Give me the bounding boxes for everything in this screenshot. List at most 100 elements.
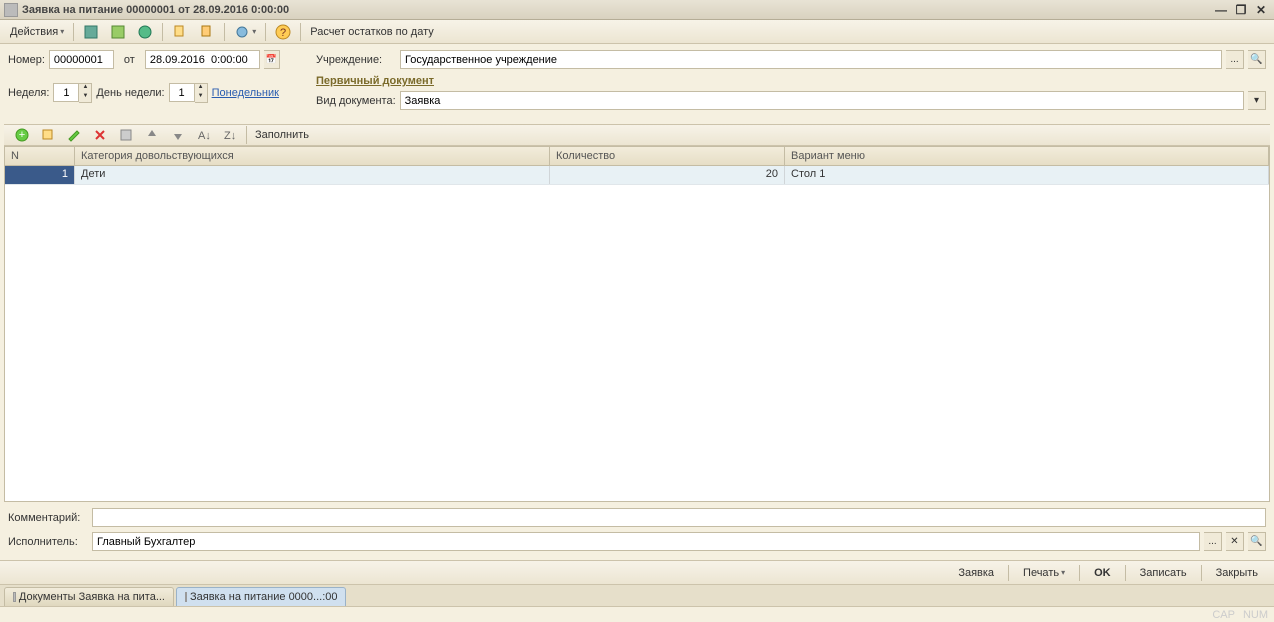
date-input[interactable] <box>145 50 260 69</box>
from-label: от <box>124 54 135 66</box>
tab-bar: Документы Заявка на пита... Заявка на пи… <box>0 584 1274 606</box>
executor-label: Исполнитель: <box>8 536 88 548</box>
executor-clear-button[interactable]: ✕ <box>1226 532 1244 551</box>
sort-asc-icon: A↓ <box>196 127 212 143</box>
help-icon: ? <box>275 24 291 40</box>
link-icon <box>234 24 250 40</box>
table-toolbar: + A↓ Z↓ Заполнить <box>4 124 1270 146</box>
col-n[interactable]: N <box>5 147 75 165</box>
tab-label: Заявка на питание 0000...:00 <box>190 591 338 603</box>
institution-label: Учреждение: <box>316 54 396 66</box>
ok-button[interactable]: OK <box>1086 563 1119 582</box>
cell-menu: Стол 1 <box>785 166 1269 184</box>
tab-documents[interactable]: Документы Заявка на пита... <box>4 587 174 606</box>
institution-search-button[interactable]: 🔍 <box>1248 50 1266 69</box>
close-window-button[interactable]: Закрыть <box>1208 563 1266 582</box>
minimize-button[interactable]: — <box>1212 3 1230 17</box>
week-label: Неделя: <box>8 87 49 99</box>
calendar-button[interactable]: 📅 <box>264 50 280 69</box>
toolbar-btn-4[interactable] <box>168 22 192 42</box>
maximize-button[interactable]: ❐ <box>1232 3 1250 17</box>
comment-input[interactable] <box>92 508 1266 527</box>
new-icon <box>83 24 99 40</box>
document-icon <box>4 3 18 17</box>
paste-icon <box>199 24 215 40</box>
status-num: NUM <box>1243 609 1268 621</box>
number-label: Номер: <box>8 54 45 66</box>
window-title: Заявка на питание 00000001 от 28.09.2016… <box>22 4 289 16</box>
status-bar: CAP NUM <box>0 606 1274 622</box>
doctype-dropdown-button[interactable]: ▾ <box>1248 91 1266 110</box>
delete-icon <box>92 127 108 143</box>
move-down-button[interactable] <box>166 125 190 145</box>
fill-button[interactable]: Заполнить <box>251 125 313 145</box>
status-cap: CAP <box>1212 609 1235 621</box>
add-row-button[interactable]: + <box>10 125 34 145</box>
arrow-up-icon <box>144 127 160 143</box>
col-menu[interactable]: Вариант меню <box>785 147 1269 165</box>
calc-remainders-button[interactable]: Расчет остатков по дату <box>306 22 438 42</box>
comment-label: Комментарий: <box>8 512 88 524</box>
doctype-label: Вид документа: <box>316 95 396 107</box>
tab-label: Документы Заявка на пита... <box>19 591 165 603</box>
edit-icon <box>66 127 82 143</box>
edit-row-button[interactable] <box>62 125 86 145</box>
svg-text:A↓: A↓ <box>198 130 211 142</box>
document-icon <box>185 592 187 602</box>
toolbar-btn-5[interactable] <box>195 22 219 42</box>
delete-row-button[interactable] <box>88 125 112 145</box>
executor-input[interactable] <box>92 532 1200 551</box>
dayofweek-label: День недели: <box>96 87 164 99</box>
form-area: Номер: от 📅 Учреждение: ... 🔍 Неделя: ▲▼… <box>0 44 1274 122</box>
arrow-down-icon <box>170 127 186 143</box>
action-bar: Заявка Печать OK Записать Закрыть <box>0 560 1274 584</box>
dayofweek-input[interactable] <box>169 83 195 102</box>
add-icon: + <box>14 127 30 143</box>
copy-row-icon <box>40 127 56 143</box>
title-bar: Заявка на питание 00000001 от 28.09.2016… <box>0 0 1274 20</box>
week-down[interactable]: ▼ <box>79 93 91 102</box>
save-icon <box>118 127 134 143</box>
request-button[interactable]: Заявка <box>950 563 1002 582</box>
toolbar-btn-2[interactable] <box>106 22 130 42</box>
help-button[interactable]: ? <box>271 22 295 42</box>
bottom-form: Комментарий: Исполнитель: ... ✕ 🔍 <box>0 502 1274 560</box>
tab-request[interactable]: Заявка на питание 0000...:00 <box>176 587 346 606</box>
cell-category: Дети <box>75 166 550 184</box>
save-button[interactable]: Записать <box>1132 563 1195 582</box>
institution-select-button[interactable]: ... <box>1226 50 1244 69</box>
toolbar-btn-3[interactable] <box>133 22 157 42</box>
toolbar-btn-1[interactable] <box>79 22 103 42</box>
day-down[interactable]: ▼ <box>195 93 207 102</box>
day-up[interactable]: ▲ <box>195 84 207 93</box>
sort-desc-icon: Z↓ <box>222 127 238 143</box>
svg-text:Z↓: Z↓ <box>224 130 236 142</box>
sort-desc-button[interactable]: Z↓ <box>218 125 242 145</box>
cell-qty: 20 <box>550 166 785 184</box>
copy-icon <box>172 24 188 40</box>
doctype-input[interactable] <box>400 91 1244 110</box>
data-table: N Категория довольствующихся Количество … <box>4 146 1270 502</box>
document-icon <box>13 592 16 602</box>
close-button[interactable]: ✕ <box>1252 3 1270 17</box>
main-toolbar: Действия ? Расчет остатков по дату <box>0 20 1274 44</box>
dayname-link[interactable]: Понедельник <box>212 87 279 99</box>
executor-search-button[interactable]: 🔍 <box>1248 532 1266 551</box>
sort-asc-button[interactable]: A↓ <box>192 125 216 145</box>
table-row[interactable]: 1 Дети 20 Стол 1 <box>5 166 1269 185</box>
col-category[interactable]: Категория довольствующихся <box>75 147 550 165</box>
week-up[interactable]: ▲ <box>79 84 91 93</box>
svg-text:?: ? <box>280 27 286 39</box>
print-button[interactable]: Печать <box>1015 563 1073 582</box>
copy-row-button[interactable] <box>36 125 60 145</box>
save-rows-button[interactable] <box>114 125 138 145</box>
executor-select-button[interactable]: ... <box>1204 532 1222 551</box>
actions-menu[interactable]: Действия <box>6 22 68 42</box>
svg-text:+: + <box>19 129 25 141</box>
toolbar-btn-6[interactable] <box>230 22 260 42</box>
col-qty[interactable]: Количество <box>550 147 785 165</box>
week-input[interactable] <box>53 83 79 102</box>
institution-input[interactable] <box>400 50 1222 69</box>
move-up-button[interactable] <box>140 125 164 145</box>
number-input[interactable] <box>49 50 114 69</box>
